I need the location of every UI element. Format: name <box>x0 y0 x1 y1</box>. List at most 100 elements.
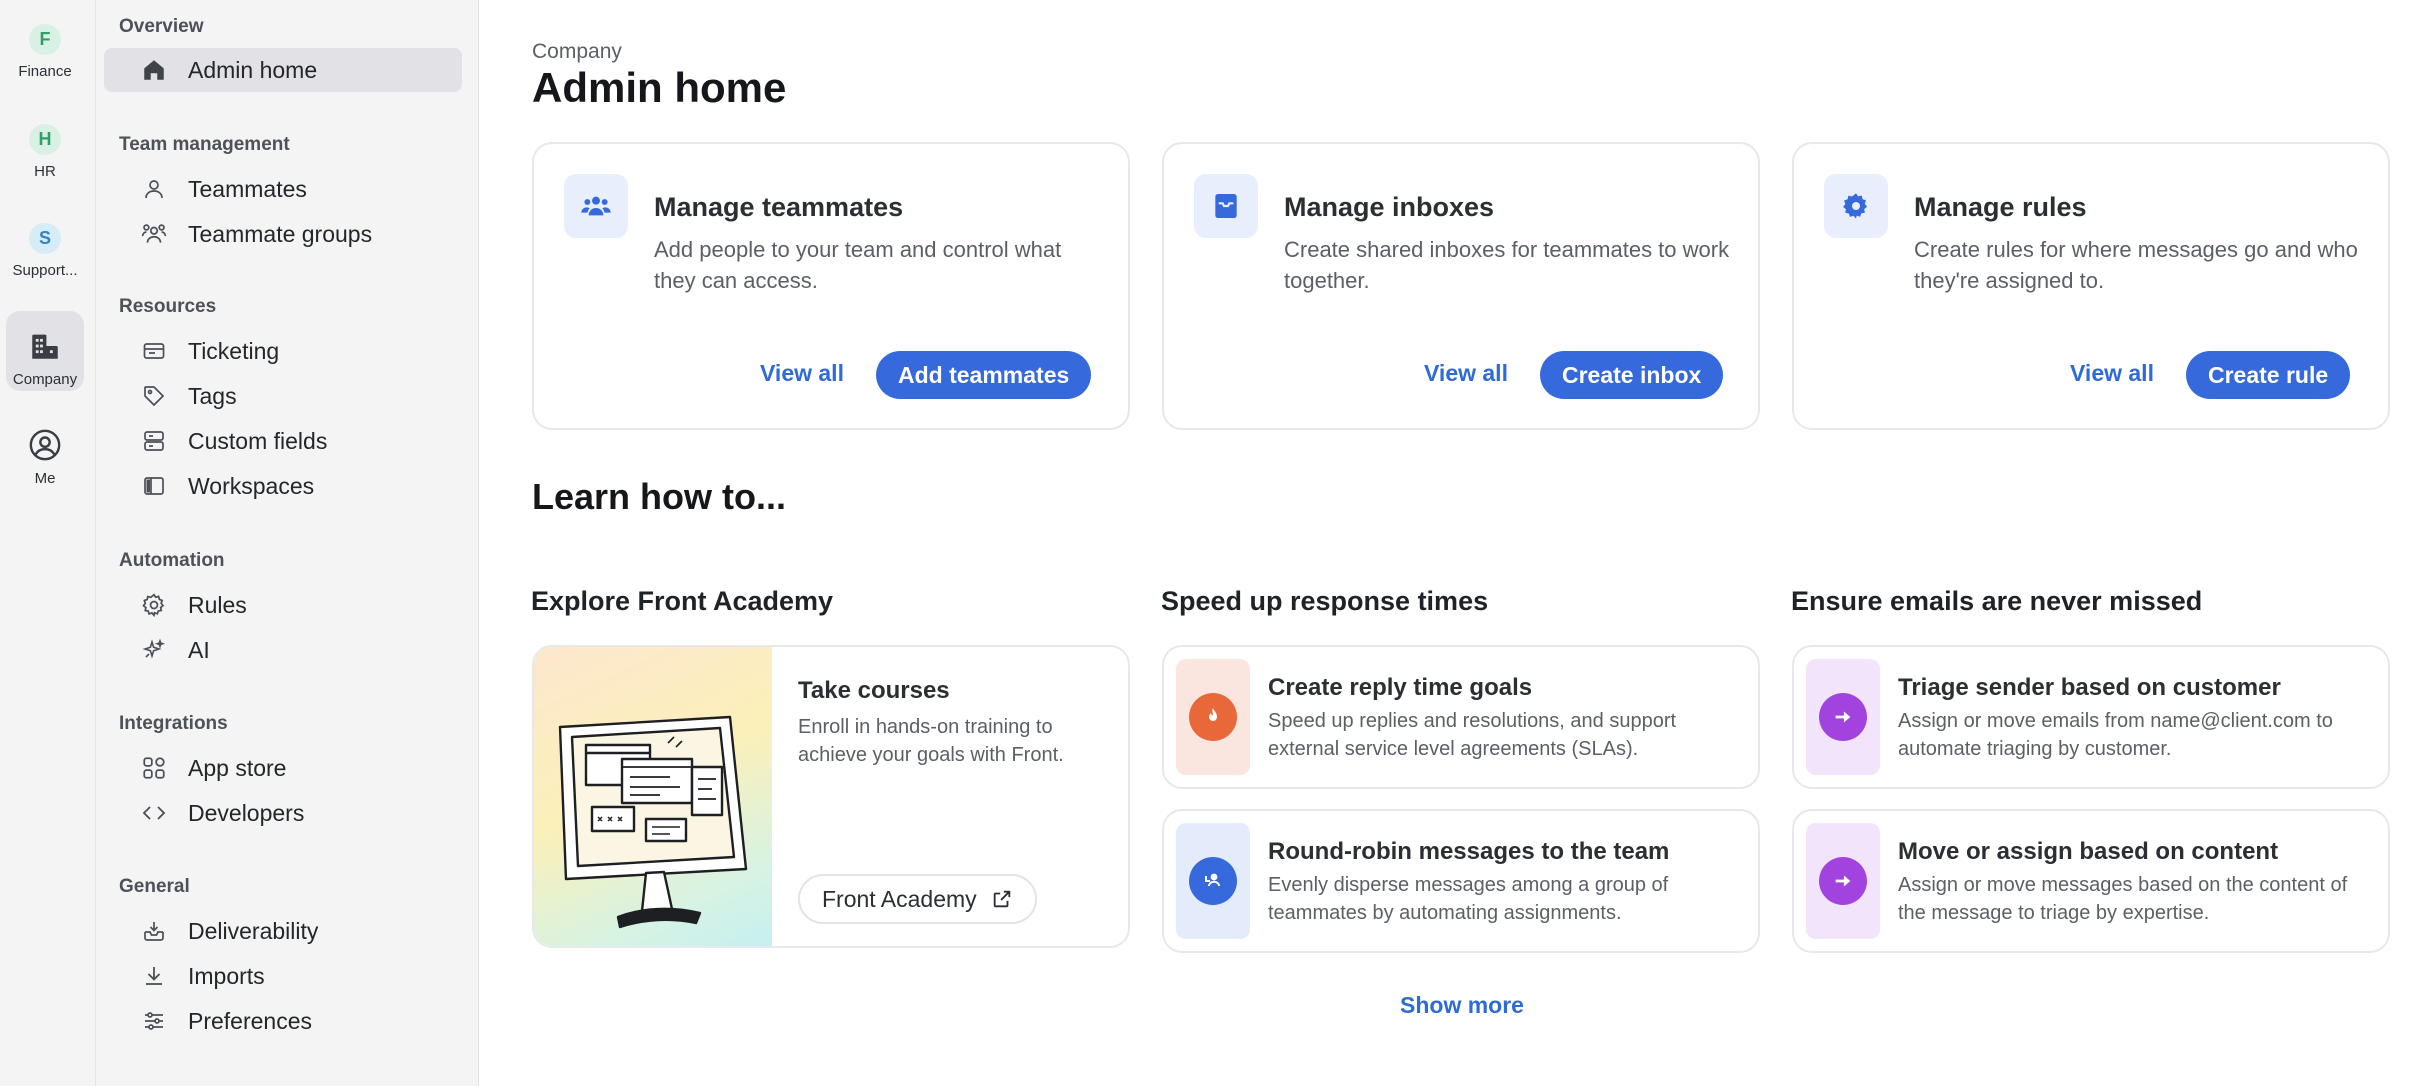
nav-item-label: Developers <box>188 799 305 826</box>
view-all-teammates-link[interactable]: View all <box>760 360 844 387</box>
tip-icon-strip <box>1176 659 1250 775</box>
gear-icon <box>1824 174 1888 238</box>
nav-item-ticketing[interactable]: Ticketing <box>104 329 462 373</box>
tip-round-robin[interactable]: Round-robin messages to the team Evenly … <box>1162 809 1760 953</box>
view-all-inboxes-link[interactable]: View all <box>1424 360 1508 387</box>
tip-description: Speed up replies and resolutions, and su… <box>1268 710 1677 760</box>
users-icon <box>564 174 628 238</box>
monitor-illustration <box>534 647 772 946</box>
create-rule-button[interactable]: Create rule <box>2186 351 2351 399</box>
nav-item-label: AI <box>188 636 210 663</box>
download-icon <box>140 962 168 990</box>
nav-item-label: Teammates <box>188 175 307 202</box>
card-manage-teammates: Manage teammates Add people to your team… <box>532 142 1130 430</box>
gear-icon <box>140 591 168 619</box>
section-automation: Automation <box>119 550 225 571</box>
sliders-icon <box>140 1007 168 1035</box>
arrow-right-icon <box>1819 857 1867 905</box>
user-icon <box>140 175 168 203</box>
view-all-rules-link[interactable]: View all <box>2070 360 2154 387</box>
nav-item-label: Rules <box>188 591 247 618</box>
nav-item-label: Ticketing <box>188 337 280 364</box>
tip-reply-time-goals[interactable]: Create reply time goals Speed up replies… <box>1162 645 1760 789</box>
nav-item-label: Admin home <box>188 56 318 83</box>
sidebar-layout-icon <box>140 472 168 500</box>
nav-item-developers[interactable]: Developers <box>104 791 462 835</box>
show-more-link[interactable]: Show more <box>1400 992 1524 1019</box>
card-title: Manage inboxes <box>1284 192 1495 222</box>
tip-title: Create reply time goals <box>1268 674 1533 701</box>
nav-item-label: Deliverability <box>188 917 319 944</box>
front-academy-button[interactable]: Front Academy <box>798 874 1037 924</box>
nav-item-preferences[interactable]: Preferences <box>104 999 462 1043</box>
app-store-icon <box>140 754 168 782</box>
academy-card: Take courses Enroll in hands-on training… <box>532 645 1130 948</box>
arrow-right-icon <box>1819 693 1867 741</box>
nav-item-app-store[interactable]: App store <box>104 746 462 790</box>
main-content: Company Admin home Manage teammates Add … <box>480 0 2428 1086</box>
tip-triage-sender[interactable]: Triage sender based on customer Assign o… <box>1792 645 2390 789</box>
card-title: Manage rules <box>1914 192 2087 222</box>
nav-item-admin-home[interactable]: Admin home <box>104 48 462 92</box>
section-overview: Overview <box>119 16 204 37</box>
workspace-finance[interactable]: F Finance <box>6 0 84 80</box>
nav-item-label: Teammate groups <box>188 220 373 247</box>
workspace-rail: F Finance H HR S Support... Company Me <box>0 0 96 1086</box>
tip-description: Assign or move messages based on the con… <box>1898 874 2348 924</box>
nav-item-label: Imports <box>188 962 265 989</box>
admin-sidebar: Overview Admin home Team management Team… <box>96 0 479 1086</box>
card-description: Create shared inboxes for teammates to w… <box>1284 237 1730 293</box>
nav-item-custom-fields[interactable]: Custom fields <box>104 419 462 463</box>
nav-item-label: Workspaces <box>188 472 315 499</box>
tip-icon-strip <box>1806 823 1880 939</box>
breadcrumb: Company <box>532 40 622 63</box>
card-manage-inboxes: Manage inboxes Create shared inboxes for… <box>1162 142 1760 430</box>
section-integrations: Integrations <box>119 713 228 734</box>
card-description: Create rules for where messages go and w… <box>1914 237 2358 293</box>
academy-title: Take courses <box>798 677 950 704</box>
create-inbox-button[interactable]: Create inbox <box>1540 351 1724 399</box>
card-manage-rules: Manage rules Create rules for where mess… <box>1792 142 2390 430</box>
home-icon <box>140 56 168 84</box>
workspace-avatar: F <box>29 24 61 56</box>
ticket-icon <box>140 337 168 365</box>
tip-description: Evenly disperse messages among a group o… <box>1268 874 1669 924</box>
inbox-icon <box>1194 174 1258 238</box>
section-team-management: Team management <box>119 134 290 155</box>
nav-item-teammates[interactable]: Teammates <box>104 167 462 211</box>
database-icon <box>140 427 168 455</box>
nav-item-teammate-groups[interactable]: Teammate groups <box>104 212 462 256</box>
nav-item-workspaces[interactable]: Workspaces <box>104 464 462 508</box>
tip-icon-strip <box>1806 659 1880 775</box>
page-title: Admin home <box>532 64 787 111</box>
round-robin-icon <box>1189 857 1237 905</box>
section-resources: Resources <box>119 296 217 317</box>
flame-icon <box>1189 693 1237 741</box>
building-icon <box>32 334 58 359</box>
workspace-hr[interactable]: H HR <box>6 100 84 180</box>
tip-description: Assign or move emails from name@client.c… <box>1898 710 2333 760</box>
tip-title: Triage sender based on customer <box>1898 674 2281 701</box>
workspace-label: HR <box>34 163 56 180</box>
nav-item-deliverability[interactable]: Deliverability <box>104 909 462 953</box>
workspace-support[interactable]: S Support... <box>6 199 84 279</box>
nav-item-ai[interactable]: AI <box>104 628 462 672</box>
workspace-avatar: H <box>29 124 61 156</box>
column-heading-never-missed: Ensure emails are never missed <box>1791 586 2203 616</box>
card-title: Manage teammates <box>654 192 904 222</box>
nav-item-tags[interactable]: Tags <box>104 374 462 418</box>
nav-item-label: Tags <box>188 382 237 409</box>
column-heading-academy: Explore Front Academy <box>531 586 834 616</box>
workspace-label: Finance <box>18 63 72 80</box>
nav-item-imports[interactable]: Imports <box>104 954 462 998</box>
tip-title: Move or assign based on content <box>1898 838 2279 865</box>
workspace-label: Support... <box>12 262 78 279</box>
code-icon <box>140 799 168 827</box>
add-teammates-button[interactable]: Add teammates <box>876 351 1092 399</box>
tip-move-assign-content[interactable]: Move or assign based on content Assign o… <box>1792 809 2390 953</box>
workspace-avatar: S <box>29 223 61 255</box>
nav-item-label: Custom fields <box>188 427 328 454</box>
nav-item-rules[interactable]: Rules <box>104 583 462 627</box>
workspace-me[interactable]: Me <box>6 410 84 490</box>
workspace-company[interactable]: Company <box>6 311 84 391</box>
